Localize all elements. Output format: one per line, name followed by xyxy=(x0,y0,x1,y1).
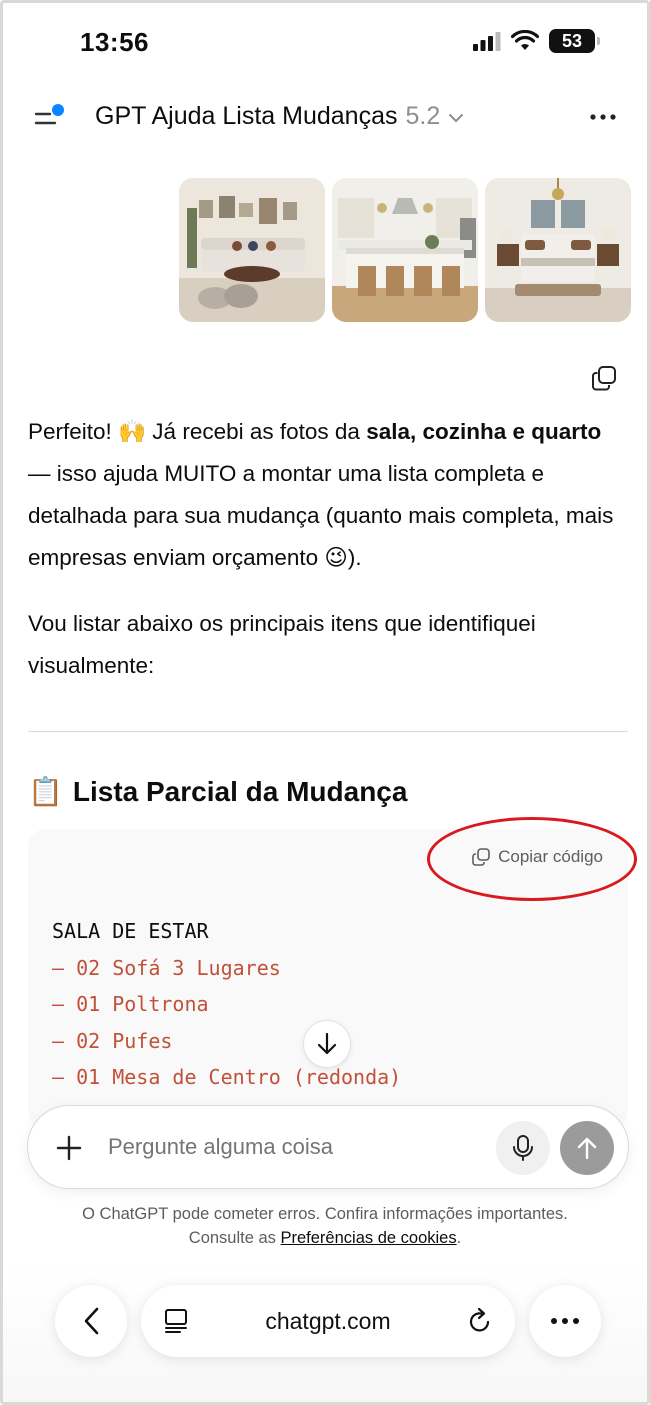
send-button[interactable] xyxy=(560,1121,614,1175)
composer xyxy=(27,1105,629,1189)
divider xyxy=(28,731,628,732)
chevron-down-icon xyxy=(449,114,464,123)
more-options-icon[interactable] xyxy=(589,107,617,127)
copy-code-button[interactable]: Copiar código xyxy=(472,847,603,867)
disclaimer-line: O ChatGPT pode cometer erros. Confira in… xyxy=(82,1205,568,1223)
prompt-input[interactable] xyxy=(108,1134,478,1160)
chat-header: GPT Ajuda Lista Mudanças 5.2 xyxy=(3,91,647,143)
wifi-icon xyxy=(511,30,539,50)
copy-icon xyxy=(472,848,490,866)
url-text: chatgpt.com xyxy=(265,1307,391,1334)
disclaimer-text: Consulte as xyxy=(188,1229,281,1247)
microphone-button[interactable] xyxy=(496,1121,550,1175)
code-line: – 01 Mesa de Centro (redonda) xyxy=(52,1065,402,1089)
cookie-preferences-link[interactable]: Preferências de cookies xyxy=(281,1229,457,1247)
message-bold-text: sala, cozinha e quarto xyxy=(366,419,602,444)
battery-icon: 53 xyxy=(549,29,600,53)
assistant-message: Perfeito! 🙌 Já recebi as fotos da sala, … xyxy=(28,411,628,711)
uploaded-images xyxy=(179,178,631,322)
reload-icon[interactable] xyxy=(467,1307,493,1335)
message-paragraph: Vou listar abaixo os principais itens qu… xyxy=(28,611,536,678)
message-text: — isso ajuda MUITO a montar uma lista co… xyxy=(28,461,614,570)
code-line: – 01 Poltrona xyxy=(52,992,209,1016)
disclaimer-text: . xyxy=(456,1229,462,1247)
microphone-icon xyxy=(513,1135,533,1161)
scroll-to-bottom-button[interactable] xyxy=(303,1020,351,1068)
cellular-signal-icon xyxy=(473,32,501,51)
code-line-header: SALA DE ESTAR xyxy=(52,919,209,943)
section-heading-text: Lista Parcial da Mudança xyxy=(72,775,408,807)
phone-screen: 13:56 53 GPT Ajuda Lista Mudanças 5.2 Pe… xyxy=(0,0,650,1405)
message-text: Perfeito! 🙌 Já recebi as fotos da xyxy=(28,419,367,444)
address-bar[interactable]: chatgpt.com xyxy=(141,1285,515,1357)
chevron-left-icon xyxy=(84,1307,99,1335)
code-content: SALA DE ESTAR – 02 Sofá 3 Lugares – 01 P… xyxy=(52,913,401,1129)
back-button[interactable] xyxy=(55,1285,127,1357)
copy-message-icon[interactable] xyxy=(591,365,617,391)
arrow-up-icon xyxy=(577,1137,597,1160)
arrow-down-icon xyxy=(317,1032,337,1055)
message-paragraph: Perfeito! 🙌 Já recebi as fotos da sala, … xyxy=(28,411,628,579)
reader-mode-icon[interactable] xyxy=(163,1307,189,1335)
copy-code-label: Copiar código xyxy=(498,847,603,866)
plus-icon[interactable] xyxy=(54,1133,84,1163)
browser-more-button[interactable] xyxy=(529,1285,601,1357)
code-block: Copiar código SALA DE ESTAR – 02 Sofá 3 … xyxy=(28,829,628,1129)
status-time: 13:56 xyxy=(80,27,149,57)
code-line: – 02 Sofá 3 Lugares xyxy=(52,955,281,980)
status-icons: 53 xyxy=(473,29,600,53)
disclaimer-line: Consulte as Preferências de cookies. xyxy=(3,1226,647,1250)
bedroom-photo[interactable] xyxy=(485,178,631,322)
chat-title-selector[interactable]: GPT Ajuda Lista Mudanças 5.2 xyxy=(95,102,464,131)
clipboard-icon: 📋 xyxy=(28,776,63,807)
chat-title: GPT Ajuda Lista Mudanças xyxy=(95,102,398,130)
living-room-photo[interactable] xyxy=(179,178,325,322)
sidebar-menu-icon[interactable] xyxy=(33,101,69,131)
model-version: 5.2 xyxy=(405,102,441,130)
battery-level: 53 xyxy=(561,30,583,51)
more-options-icon xyxy=(551,1318,579,1324)
kitchen-photo[interactable] xyxy=(332,178,478,322)
section-heading: 📋 Lista Parcial da Mudança xyxy=(28,775,407,808)
disclaimer: O ChatGPT pode cometer erros. Confira in… xyxy=(3,1202,647,1250)
